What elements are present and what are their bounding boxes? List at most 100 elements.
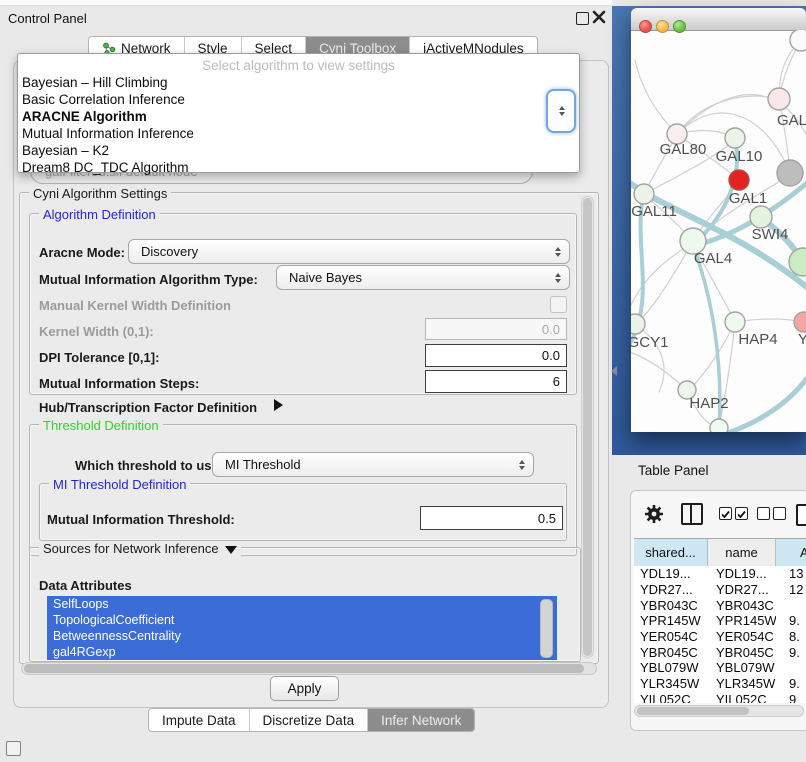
dropdown-item[interactable]: Basic Correlation Inference bbox=[22, 91, 575, 108]
dropdown-item[interactable]: Dream8 DC_TDC Algorithm bbox=[22, 159, 575, 176]
dock-panel-icon[interactable] bbox=[6, 741, 21, 756]
which-threshold-select[interactable]: MI Threshold bbox=[212, 452, 534, 477]
column-header-partial[interactable]: A bbox=[776, 539, 806, 566]
table-cell: 12 bbox=[776, 582, 806, 597]
dropdown-item[interactable]: Bayesian – Hill Climbing bbox=[22, 74, 575, 91]
tab-infer-network[interactable]: Infer Network bbox=[368, 709, 474, 731]
table-row[interactable]: YDL19...YDL19...13 bbox=[634, 566, 806, 582]
dropdown-item[interactable]: Mutual Information Inference bbox=[22, 125, 575, 142]
settings-horizontal-scrollbar[interactable] bbox=[21, 662, 597, 675]
network-node-label: GAL2 bbox=[777, 112, 806, 129]
table-row[interactable]: YPR145WYPR145W9. bbox=[634, 613, 806, 629]
attributes-scrollbar[interactable] bbox=[540, 599, 553, 658]
mi-steps-field[interactable]: 6 bbox=[425, 370, 567, 393]
network-node-label: GAL80 bbox=[660, 141, 707, 158]
splitter-collapse-icon[interactable] bbox=[611, 366, 617, 376]
kernel-width-field[interactable]: 0.0 bbox=[425, 318, 567, 340]
list-item[interactable]: BetweennessCentrality bbox=[47, 628, 557, 644]
network-node[interactable] bbox=[634, 184, 654, 204]
network-node[interactable] bbox=[794, 312, 806, 332]
table-row[interactable]: YER054CYER054C8. bbox=[634, 629, 806, 645]
algorithm-dropdown-popup: Select algorithm to view settings Bayesi… bbox=[17, 53, 580, 173]
table-cell: YIL052C bbox=[634, 692, 708, 703]
control-panel: Control Panel Network Style Select Cyni … bbox=[0, 0, 612, 762]
mi-threshold-field[interactable]: 0.5 bbox=[420, 506, 563, 530]
table-cell: 13 bbox=[776, 566, 806, 581]
table-horizontal-scrollbar[interactable] bbox=[634, 705, 804, 717]
table-row[interactable]: YDR27...YDR27...12 bbox=[634, 582, 806, 598]
float-panel-icon[interactable] bbox=[576, 12, 589, 25]
table-cell: 9. bbox=[776, 645, 806, 660]
network-node[interactable] bbox=[729, 170, 749, 190]
algorithm-combo-stepper[interactable] bbox=[546, 89, 576, 133]
table-cell: YDL19... bbox=[708, 566, 776, 581]
new-table-icon[interactable] bbox=[796, 504, 806, 526]
panel-title: Control Panel bbox=[8, 11, 87, 26]
column-header-shared-name[interactable]: shared... bbox=[634, 539, 708, 566]
network-canvas[interactable]: GAL2GAL80GAL10GAL1GAL11SWI4GAL4GCY1HAP4Y… bbox=[631, 30, 806, 432]
stepper-icon bbox=[559, 106, 565, 116]
network-node[interactable] bbox=[631, 314, 645, 334]
network-node[interactable] bbox=[750, 206, 772, 228]
table-row[interactable]: YBR043CYBR043C bbox=[634, 597, 806, 613]
network-window-titlebar[interactable] bbox=[631, 8, 806, 31]
sources-group-title[interactable]: Sources for Network Inference bbox=[39, 541, 241, 556]
split-columns-icon[interactable] bbox=[681, 503, 703, 525]
network-node-label: Y bbox=[798, 331, 806, 348]
network-node[interactable] bbox=[710, 419, 728, 432]
hub-definition-label[interactable]: Hub/Transcription Factor Definition bbox=[39, 400, 257, 415]
dropdown-item[interactable]: Bayesian – K2 bbox=[22, 142, 575, 159]
close-panel-icon[interactable] bbox=[592, 10, 606, 24]
network-node[interactable] bbox=[777, 160, 803, 186]
dpi-tolerance-field[interactable]: 0.0 bbox=[425, 344, 567, 367]
mi-algorithm-type-select[interactable]: Naive Bayes bbox=[276, 265, 570, 290]
table-row[interactable]: YLR345WYLR345W9. bbox=[634, 676, 806, 692]
list-item[interactable]: gal4RGexp bbox=[47, 644, 557, 660]
mi-steps-label: Mutual Information Steps: bbox=[39, 376, 199, 391]
gear-icon[interactable] bbox=[643, 503, 665, 525]
table-cell: YPR145W bbox=[708, 613, 776, 628]
table-cell: YDL19... bbox=[634, 566, 708, 581]
dpi-tolerance-label: DPI Tolerance [0,1]: bbox=[39, 350, 159, 365]
network-edges: GAL2GAL80GAL10GAL1GAL11SWI4GAL4GCY1HAP4Y… bbox=[631, 30, 806, 432]
tab-impute-data[interactable]: Impute Data bbox=[149, 709, 250, 731]
list-item[interactable]: SelfLoops bbox=[47, 596, 557, 612]
table-cell: YPR145W bbox=[634, 613, 708, 628]
network-node-label: SWI4 bbox=[752, 226, 789, 243]
algorithm-definition-title: Algorithm Definition bbox=[39, 207, 160, 222]
network-node[interactable] bbox=[790, 30, 806, 51]
manual-kernel-width-checkbox[interactable] bbox=[550, 296, 567, 313]
which-threshold-label: Which threshold to use: bbox=[75, 458, 223, 473]
table-cell: YER054C bbox=[634, 629, 708, 644]
mi-algorithm-type-label: Mutual Information Algorithm Type: bbox=[39, 272, 258, 287]
table-panel-title: Table Panel bbox=[638, 463, 709, 478]
table-cell: YIL052C bbox=[708, 692, 776, 703]
select-all-columns-icon[interactable] bbox=[719, 507, 748, 520]
table-row[interactable]: YBL079WYBL079W bbox=[634, 660, 806, 676]
app-root: Control Panel Network Style Select Cyni … bbox=[0, 0, 806, 762]
network-node[interactable] bbox=[768, 88, 790, 110]
list-item[interactable]: TopologicalCoefficient bbox=[47, 612, 557, 628]
table-panel-header: Table Panel bbox=[612, 455, 806, 487]
network-node[interactable] bbox=[725, 312, 745, 332]
table-rows: YDL19...YDL19...13YDR27...YDR27...12YBR0… bbox=[634, 566, 806, 703]
table-row[interactable]: YBR045CYBR045C9. bbox=[634, 644, 806, 660]
aracne-mode-select[interactable]: Discovery bbox=[128, 239, 570, 264]
expand-arrow-icon[interactable] bbox=[274, 399, 283, 411]
table-row[interactable]: YIL052CYIL052C9 bbox=[634, 692, 806, 704]
network-view-window[interactable]: GAL2GAL80GAL10GAL1GAL11SWI4GAL4GCY1HAP4Y… bbox=[631, 8, 806, 432]
table-column-headers: shared... name A bbox=[634, 538, 806, 567]
network-node-label: GAL11 bbox=[631, 203, 677, 220]
table-cell: 9. bbox=[776, 676, 806, 691]
data-attributes-list[interactable]: SelfLoops TopologicalCoefficient Between… bbox=[47, 596, 557, 660]
apply-button[interactable]: Apply bbox=[270, 676, 339, 701]
threshold-definition-title: Threshold Definition bbox=[39, 418, 163, 433]
deselect-all-columns-icon[interactable] bbox=[757, 507, 786, 520]
stepper-icon bbox=[555, 247, 561, 257]
table-cell: 9. bbox=[776, 613, 806, 628]
settings-vertical-scrollbar[interactable] bbox=[581, 196, 594, 658]
column-header-name[interactable]: name bbox=[708, 539, 776, 566]
network-node[interactable] bbox=[725, 128, 745, 148]
tab-discretize-data[interactable]: Discretize Data bbox=[250, 709, 369, 731]
dropdown-item-selected[interactable]: ARACNE Algorithm bbox=[22, 108, 575, 125]
